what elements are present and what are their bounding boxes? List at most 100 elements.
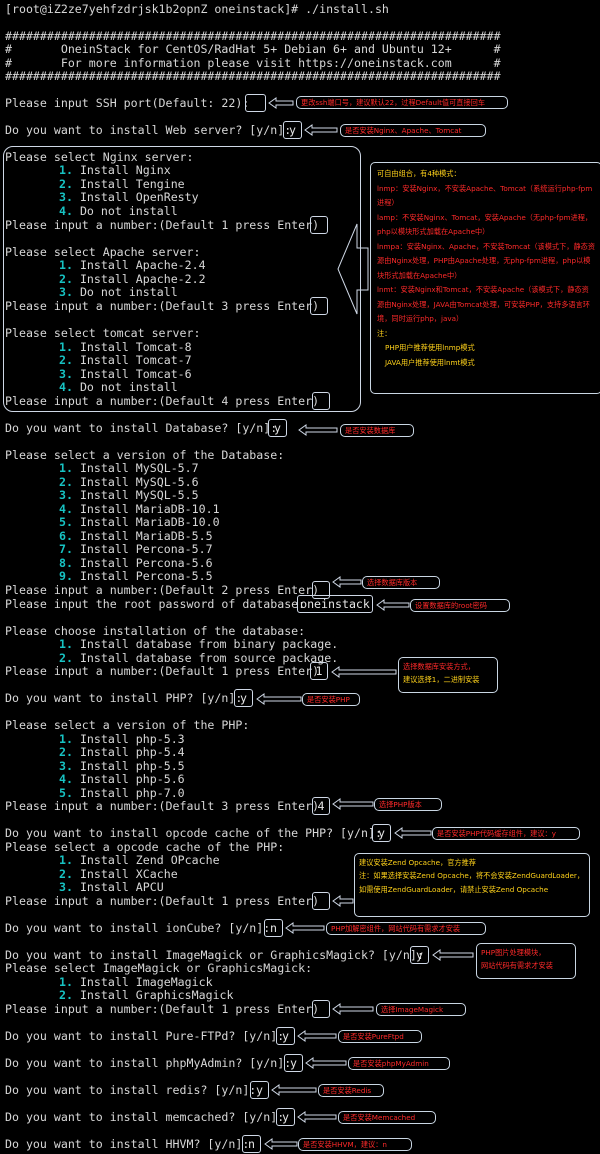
php-version-title: Please select a version of the PHP: [5, 718, 250, 732]
note-db-password: 设置数据库的root密码 [410, 599, 510, 612]
arrow-left-icon [304, 124, 338, 136]
web-server-input[interactable]: y [283, 121, 302, 139]
list-item: 7. Install Percona-5.7 [59, 542, 213, 556]
group-arrow-icon [337, 223, 369, 315]
ssh-port-input[interactable] [245, 94, 266, 112]
arrow-left-icon [256, 693, 302, 705]
arrow-left-icon [332, 895, 354, 907]
ioncube-prompt: Do you want to install ionCube? [y/n]: [5, 921, 271, 935]
list-item: 2. Install Tomcat-7 [59, 353, 192, 367]
list-item: 4. Do not install [59, 204, 178, 218]
note-web: 是否安装Nginx、Apache、Tomcat [340, 124, 486, 137]
note-install-method: 选择数据库安装方式， 建议选择1，二进制安装 [398, 657, 498, 693]
apache-number-prompt: Please input a number:(Default 3 press E… [5, 299, 320, 313]
list-item: 1. Install MySQL-5.7 [59, 461, 199, 475]
banner-line-1: # OneinStack for CentOS/RadHat 5+ Debian… [5, 42, 501, 56]
web-server-prompt: Do you want to install Web server? [y/n]… [5, 123, 292, 137]
list-item: 4. Install php-5.6 [59, 772, 185, 786]
pure-ftpd-prompt: Do you want to install Pure-FTPd? [y/n]: [5, 1029, 285, 1043]
arrow-left-icon [394, 827, 432, 839]
note-hhvm: 是否安装HHVM，建议：n [298, 1138, 412, 1151]
imagemagick-input[interactable]: y [410, 946, 429, 964]
opcode-input[interactable]: y [372, 824, 391, 842]
tomcat-number-prompt: Please input a number:(Default 4 press E… [5, 394, 320, 408]
list-item: 3. Do not install [59, 285, 178, 299]
php-number-prompt: Please input a number:(Default 3 press E… [5, 799, 320, 813]
arrow-left-icon [305, 1057, 347, 1069]
memcached-prompt: Do you want to install memcached? [y/n]: [5, 1110, 285, 1124]
hhvm-input[interactable]: n [242, 1135, 261, 1153]
pure-ftpd-input[interactable]: y [276, 1027, 295, 1045]
banner-border-bottom: ########################################… [5, 69, 501, 83]
arrow-left-icon [331, 666, 397, 678]
list-item: 4. Do not install [59, 380, 178, 394]
imagemagick-number-prompt: Please input a number:(Default 1 press E… [5, 1002, 320, 1016]
database-prompt: Do you want to install Database? [y/n]: [5, 421, 278, 435]
list-item: 1. Install Zend OPcache [59, 853, 220, 867]
db-number-prompt: Please input a number:(Default 2 press E… [5, 583, 320, 597]
install-method-input[interactable]: 1 [310, 662, 328, 680]
ioncube-input[interactable]: n [264, 919, 283, 937]
hhvm-prompt: Do you want to install HHVM? [y/n]: [5, 1137, 250, 1151]
arrow-left-icon [298, 424, 338, 436]
arrow-left-icon [376, 599, 410, 611]
database-input[interactable]: y [268, 419, 287, 437]
list-item: 3. Install OpenResty [59, 190, 199, 204]
list-item: 2. Install php-5.4 [59, 745, 185, 759]
arrow-left-icon [268, 97, 294, 109]
db-password-input[interactable]: oneinstack [297, 595, 373, 613]
tomcat-number-input[interactable] [312, 392, 330, 410]
opcode-number-prompt: Please input a number:(Default 1 press E… [5, 894, 320, 908]
note-modes: 可自由组合，有4种模式： lnmp：安装Nginx，不安装Apache、Tomc… [370, 162, 600, 394]
arrow-left-icon [297, 1030, 337, 1042]
arrow-left-icon [264, 1138, 298, 1150]
note-db-version: 选择数据库版本 [362, 576, 440, 589]
note-memcached: 是否安装Memcached [338, 1111, 436, 1124]
php-input[interactable]: y [234, 689, 253, 707]
apache-number-input[interactable] [310, 297, 328, 315]
list-item: 1. Install Nginx [59, 163, 171, 177]
note-ioncube: PHP加解密组件，网站代码有需求才安装 [326, 922, 486, 935]
shell-prompt: [root@iZ2ze7yehfzdrjsk1b2opnZ oneinstack… [5, 2, 389, 16]
list-item: 2. Install GraphicsMagick [59, 988, 234, 1002]
note-opcode: 是否安装PHP代码缓存组件，建议：y [432, 827, 580, 840]
list-item: 5. Install MariaDB-10.0 [59, 515, 220, 529]
arrow-left-icon [271, 1084, 317, 1096]
arrow-left-icon [297, 1111, 337, 1123]
note-database: 是否安装数据库 [340, 424, 414, 437]
list-item: 1. Install database from binary package. [59, 637, 339, 651]
opcode-prompt: Do you want to install opcode cache of t… [5, 826, 382, 840]
note-imagemagick-choice: 选择ImageMagick [376, 1003, 466, 1016]
memcached-input[interactable]: y [276, 1108, 295, 1126]
install-method-prompt: Please input a number:(Default 1 press E… [5, 664, 320, 678]
phpmyadmin-input[interactable]: y [284, 1054, 303, 1072]
note-ssh: 更改ssh端口号，建议默认22，过程Default值可直接回车 [296, 96, 508, 109]
imagemagick-title: Please select ImageMagick or GraphicsMag… [5, 961, 313, 975]
note-phpmyadmin: 是否安装phpMyAdmin [348, 1057, 450, 1070]
ssh-port-prompt: Please input SSH port(Default: 22): [5, 96, 250, 110]
note-opcode-detail: 建议安装Zend Opcache，官方推荐 注：如果选择安装Zend Opcac… [354, 853, 590, 917]
arrow-left-icon [285, 922, 325, 934]
arrow-left-icon [332, 576, 362, 588]
tomcat-select-title: Please select tomcat server: [5, 326, 201, 340]
list-item: 3. Install MySQL-5.5 [59, 488, 199, 502]
note-redis: 是否安装Redis [318, 1084, 384, 1097]
nginx-number-prompt: Please input a number:(Default 1 press E… [5, 218, 320, 232]
redis-prompt: Do you want to install redis? [y/n]: [5, 1083, 257, 1097]
nginx-number-input[interactable] [310, 216, 328, 234]
php-number-input[interactable]: 4 [312, 797, 330, 815]
redis-input[interactable]: y [250, 1081, 269, 1099]
php-prompt: Do you want to install PHP? [y/n]: [5, 691, 243, 705]
list-item: 3. Install APCU [59, 880, 164, 894]
note-imagemagick: PHP图片处理模块， 网站代码有需求才安装 [476, 943, 576, 979]
db-password-prompt: Please input the root password of databa… [5, 597, 306, 611]
note-pure-ftpd: 是否安装PureFtpd [338, 1030, 422, 1043]
opcode-number-input[interactable] [312, 892, 330, 910]
phpmyadmin-prompt: Do you want to install phpMyAdmin? [y/n]… [5, 1056, 292, 1070]
list-item: 9. Install Percona-5.5 [59, 569, 213, 583]
arrow-left-icon [332, 798, 374, 810]
arrow-left-icon [432, 949, 474, 961]
arrow-left-icon [332, 1003, 374, 1015]
imagemagick-number-input[interactable] [312, 1000, 330, 1018]
note-php: 是否安装PHP [302, 693, 360, 706]
